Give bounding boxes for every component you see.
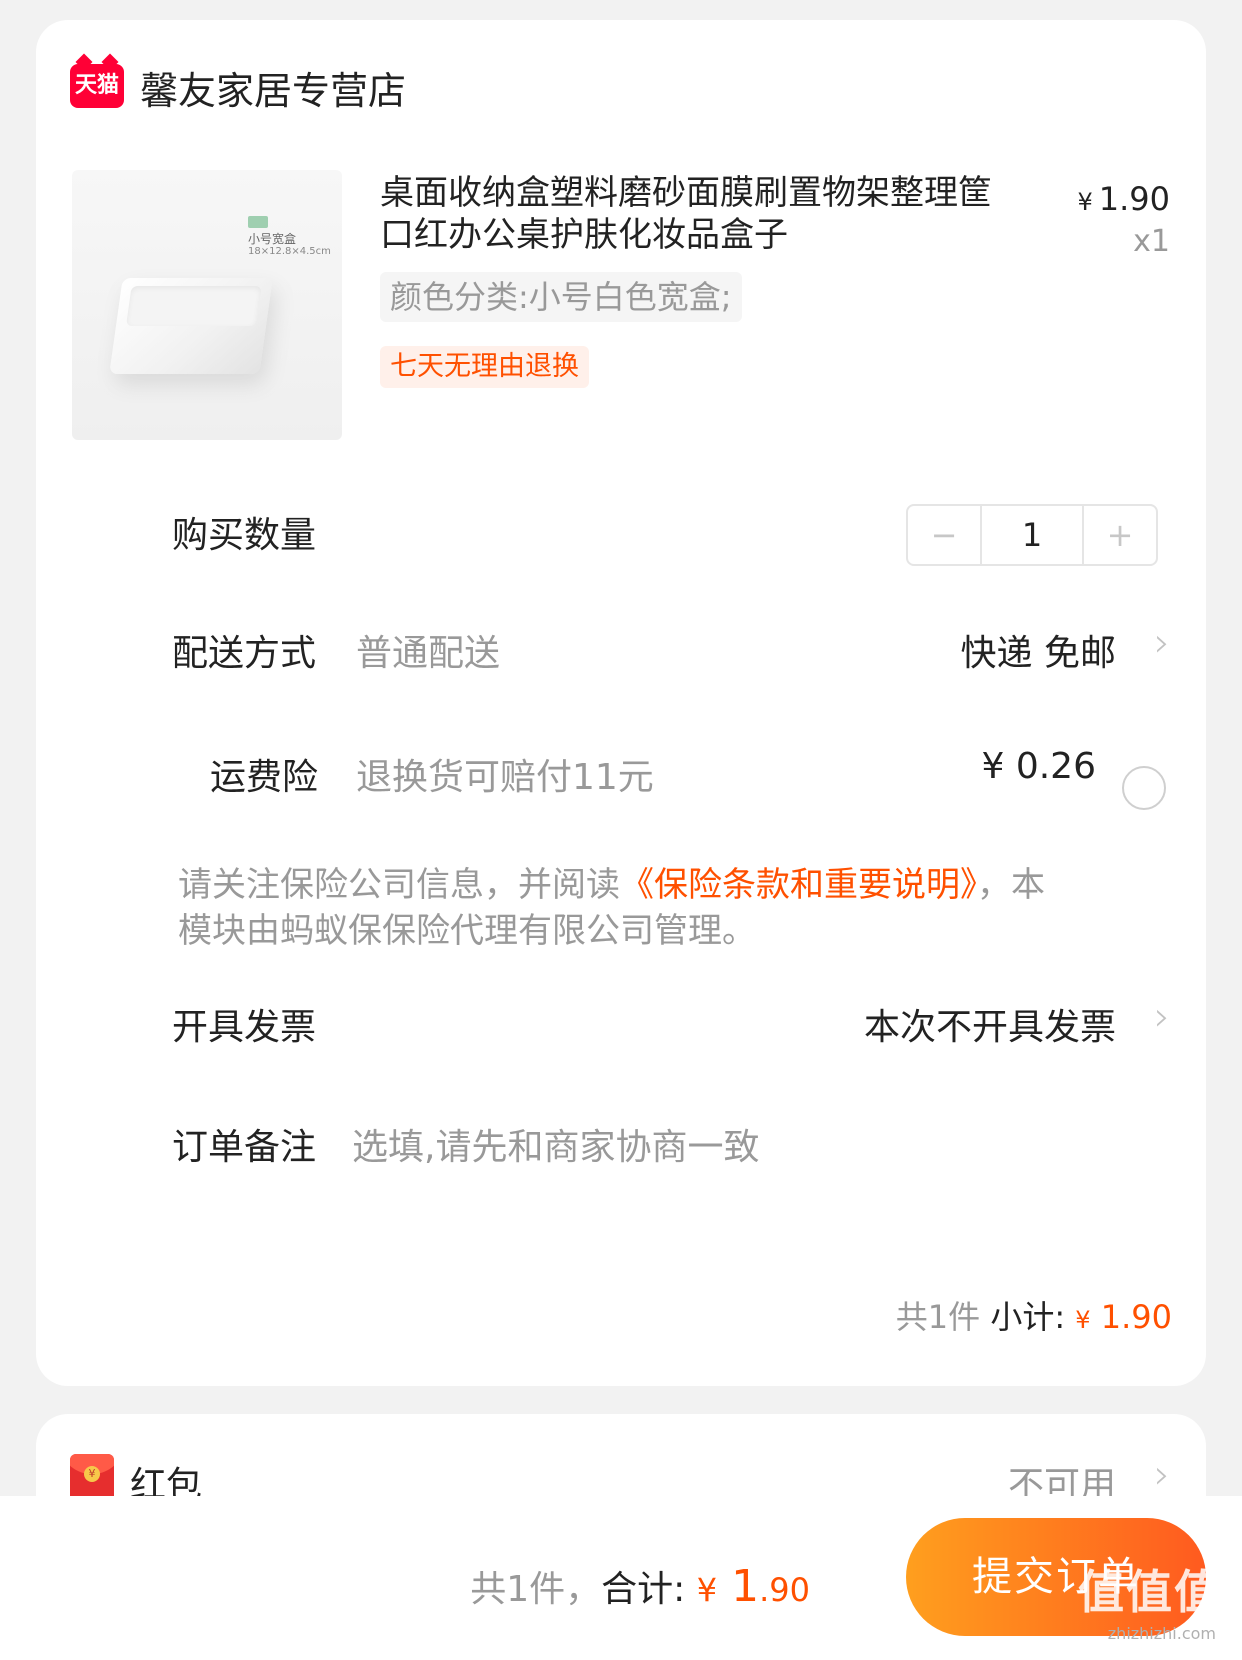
total-label: 合计: (601, 1569, 686, 1610)
chevron-right-icon[interactable]: › (1154, 994, 1170, 1040)
radio-unchecked-icon[interactable] (1122, 766, 1166, 810)
delivery-value[interactable]: 快递 免邮 (961, 624, 1116, 676)
watermark: 值值值 (1078, 1565, 1222, 1619)
invoice-value[interactable]: 本次不开具发票 (864, 998, 1116, 1050)
currency-symbol: ¥ (696, 1571, 718, 1609)
insurance-notice: 请关注保险公司信息，并阅读《保险条款和重要说明》，本模块由蚂蚁保保险代理有限公司… (178, 862, 1058, 954)
product-title[interactable]: 桌面收纳盒塑料磨砂面膜刷置物架整理筐口红办公桌护肤化妆品盒子 (380, 172, 1000, 256)
insurance-label: 运费险 (210, 757, 319, 798)
order-card: 天猫 馨友家居专营店 小号宽盒 18×12.8×4.5cm 桌面收纳盒塑料磨砂面… (36, 20, 1206, 1386)
subtotal-value: 1.90 (1100, 1298, 1172, 1336)
total-count: 共1件， (470, 1569, 602, 1610)
product-box-shape (109, 278, 273, 374)
chevron-right-icon[interactable]: › (1154, 620, 1170, 666)
image-tag (248, 216, 268, 228)
return-policy-badge: 七天无理由退换 (380, 346, 589, 388)
quantity-input[interactable]: 1 (980, 506, 1084, 564)
insurance-terms-link[interactable]: 《保险条款和重要说明》 (620, 865, 977, 905)
price-value: 1.90 (1098, 180, 1170, 218)
image-dimensions: 18×12.8×4.5cm (248, 246, 331, 257)
remark-label: 订单备注 (172, 1127, 317, 1168)
currency-symbol: ¥ (1075, 1306, 1091, 1334)
notice-text: 请关注保险公司信息，并阅读 (178, 865, 620, 905)
image-label: 小号宽盒 (248, 232, 297, 246)
sku-tag: 颜色分类:小号白色宽盒; (380, 272, 742, 322)
item-count: 共1件 (895, 1298, 981, 1336)
product-quantity: x1 (1133, 224, 1170, 259)
increment-button[interactable]: + (1084, 506, 1156, 564)
delivery-method: 普通配送 (356, 633, 501, 674)
product-price: ¥1.90 (1077, 180, 1170, 218)
subtotal-label: 小计: (990, 1298, 1066, 1336)
chevron-right-icon[interactable]: › (1154, 1452, 1170, 1498)
total-price: ¥ 1.90 (697, 1561, 810, 1612)
quantity-stepper[interactable]: − 1 + (906, 504, 1158, 566)
shop-name[interactable]: 馨友家居专营店 (140, 60, 406, 115)
delivery-label: 配送方式 (172, 633, 317, 674)
quantity-label: 购买数量 (172, 515, 317, 556)
remark-input[interactable]: 选填,请先和商家协商一致 (352, 1118, 759, 1170)
invoice-label: 开具发票 (172, 1007, 317, 1048)
total-decimal: .90 (759, 1571, 810, 1609)
total-integer: 1 (731, 1561, 760, 1612)
bottom-bar: 共1件，合计: ¥ 1.90 提交订单 值值值 zhizhizhi.com (0, 1496, 1242, 1660)
watermark-url: zhizhizhi.com (1107, 1624, 1216, 1643)
product-image[interactable]: 小号宽盒 18×12.8×4.5cm (72, 170, 342, 440)
insurance-description: 退换货可赔付11元 (356, 757, 654, 798)
currency-symbol: ¥ (1077, 188, 1093, 216)
decrement-button[interactable]: − (908, 506, 980, 564)
order-total: 共1件，合计: ¥ 1.90 (470, 1560, 810, 1612)
subtotal-price: ¥ 1.90 (1075, 1298, 1172, 1336)
tmall-logo: 天猫 (70, 64, 124, 108)
subtotal: 共1件 小计: ¥ 1.90 (896, 1292, 1172, 1338)
insurance-price: ¥ 0.26 (981, 746, 1096, 787)
